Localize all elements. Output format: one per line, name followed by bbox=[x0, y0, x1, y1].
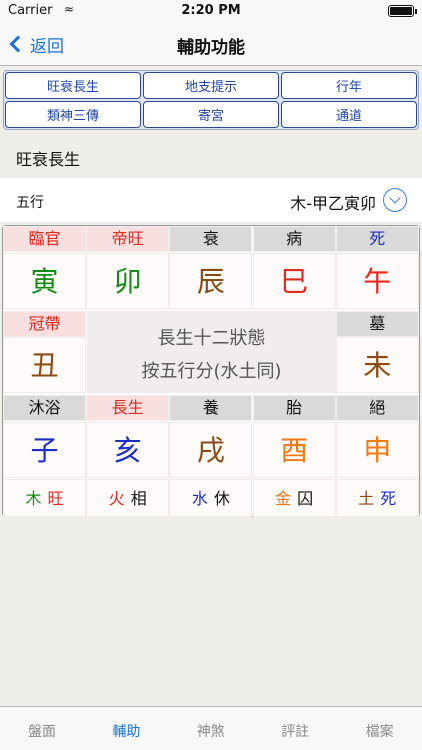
center-title: 長生十二狀態 bbox=[157, 328, 266, 349]
state-header: 養 bbox=[169, 395, 253, 421]
element-selector-row[interactable]: 五行 木-甲乙寅卯 bbox=[0, 178, 422, 222]
branch-cell: 巳 bbox=[252, 253, 336, 309]
segment-jigong[interactable]: 寄宮 bbox=[143, 101, 279, 128]
element-label: 五行 bbox=[16, 195, 44, 211]
element-state: 休 bbox=[213, 489, 230, 508]
branch-cell: 卯 bbox=[86, 253, 170, 309]
state-header: 死 bbox=[335, 226, 419, 252]
state-header: 臨官 bbox=[3, 226, 86, 252]
branch-cell: 寅 bbox=[3, 253, 86, 309]
element-name: 金 bbox=[275, 489, 292, 508]
branch-cell: 丑 bbox=[3, 337, 86, 393]
branch-cell: 戌 bbox=[169, 422, 253, 478]
element-state: 旺 bbox=[47, 489, 64, 508]
branch-cell: 辰 bbox=[169, 253, 253, 309]
tab-panmian[interactable]: 盤面 bbox=[0, 721, 84, 741]
status-bar: Carrier ≈ 2:20 PM bbox=[0, 0, 422, 22]
segment-tongdao[interactable]: 通道 bbox=[281, 101, 417, 128]
state-header: 長生 bbox=[86, 395, 170, 421]
element-name: 水 bbox=[191, 489, 208, 508]
chevron-down-icon[interactable] bbox=[383, 188, 407, 212]
status-time: 2:20 PM bbox=[181, 3, 241, 18]
branch-cell: 未 bbox=[335, 337, 419, 393]
element-value: 木-甲乙寅卯 bbox=[290, 194, 376, 213]
tab-shensha[interactable]: 神煞 bbox=[169, 721, 253, 741]
tab-dangan[interactable]: 檔案 bbox=[338, 721, 422, 741]
element-state-cell: 土死 bbox=[335, 479, 419, 517]
element-state: 死 bbox=[380, 489, 397, 508]
element-state-cell: 水休 bbox=[169, 479, 253, 517]
state-header: 衰 bbox=[169, 226, 253, 252]
element-state-cell: 金囚 bbox=[252, 479, 336, 517]
state-header: 絕 bbox=[335, 395, 419, 421]
center-subtitle: 按五行分(水土同) bbox=[141, 361, 282, 382]
tab-bar: 盤面 輔助 神煞 評註 檔案 bbox=[0, 706, 422, 750]
segment-leishen[interactable]: 類神三傳 bbox=[5, 101, 141, 128]
state-header: 病 bbox=[252, 226, 336, 252]
tab-fuzhu[interactable]: 輔助 bbox=[84, 721, 168, 741]
element-state-cell: 火相 bbox=[86, 479, 170, 517]
page-title: 輔助功能 bbox=[177, 38, 245, 58]
state-header: 胎 bbox=[252, 395, 336, 421]
state-header: 冠帶 bbox=[3, 311, 86, 337]
battery-icon bbox=[388, 5, 417, 17]
state-header: 墓 bbox=[335, 311, 419, 337]
branch-cell: 子 bbox=[3, 422, 86, 478]
element-name: 木 bbox=[25, 489, 42, 508]
changsheng-board: 長生十二狀態 按五行分(水土同) 臨官 帝旺衰病死寅卯辰巳午冠帶丑墓未沐浴 長生養胎… bbox=[2, 225, 420, 517]
segment-dizhi[interactable]: 地支提示 bbox=[143, 72, 279, 99]
board-center: 長生十二狀態 按五行分(水土同) bbox=[87, 311, 336, 393]
element-state: 相 bbox=[130, 489, 147, 508]
state-header: 沐浴 bbox=[3, 395, 86, 421]
branch-cell: 酉 bbox=[252, 422, 336, 478]
element-state: 囚 bbox=[297, 489, 314, 508]
segment-wangshuai[interactable]: 旺衰長生 bbox=[5, 72, 141, 99]
branch-cell: 亥 bbox=[86, 422, 170, 478]
state-header: 帝旺 bbox=[86, 226, 170, 252]
branch-cell: 申 bbox=[335, 422, 419, 478]
function-segments: 旺衰長生 地支提示 行年 類神三傳 寄宮 通道 bbox=[3, 70, 419, 130]
section-title: 旺衰長生 bbox=[16, 150, 81, 169]
element-name: 土 bbox=[358, 489, 375, 508]
element-state-cell: 木旺 bbox=[3, 479, 86, 517]
nav-bar: 返回 輔助功能 bbox=[0, 22, 422, 66]
branch-cell: 午 bbox=[335, 253, 419, 309]
tab-pingzhu[interactable]: 評註 bbox=[253, 721, 337, 741]
element-name: 火 bbox=[108, 489, 125, 508]
segment-xingnian[interactable]: 行年 bbox=[281, 72, 417, 99]
